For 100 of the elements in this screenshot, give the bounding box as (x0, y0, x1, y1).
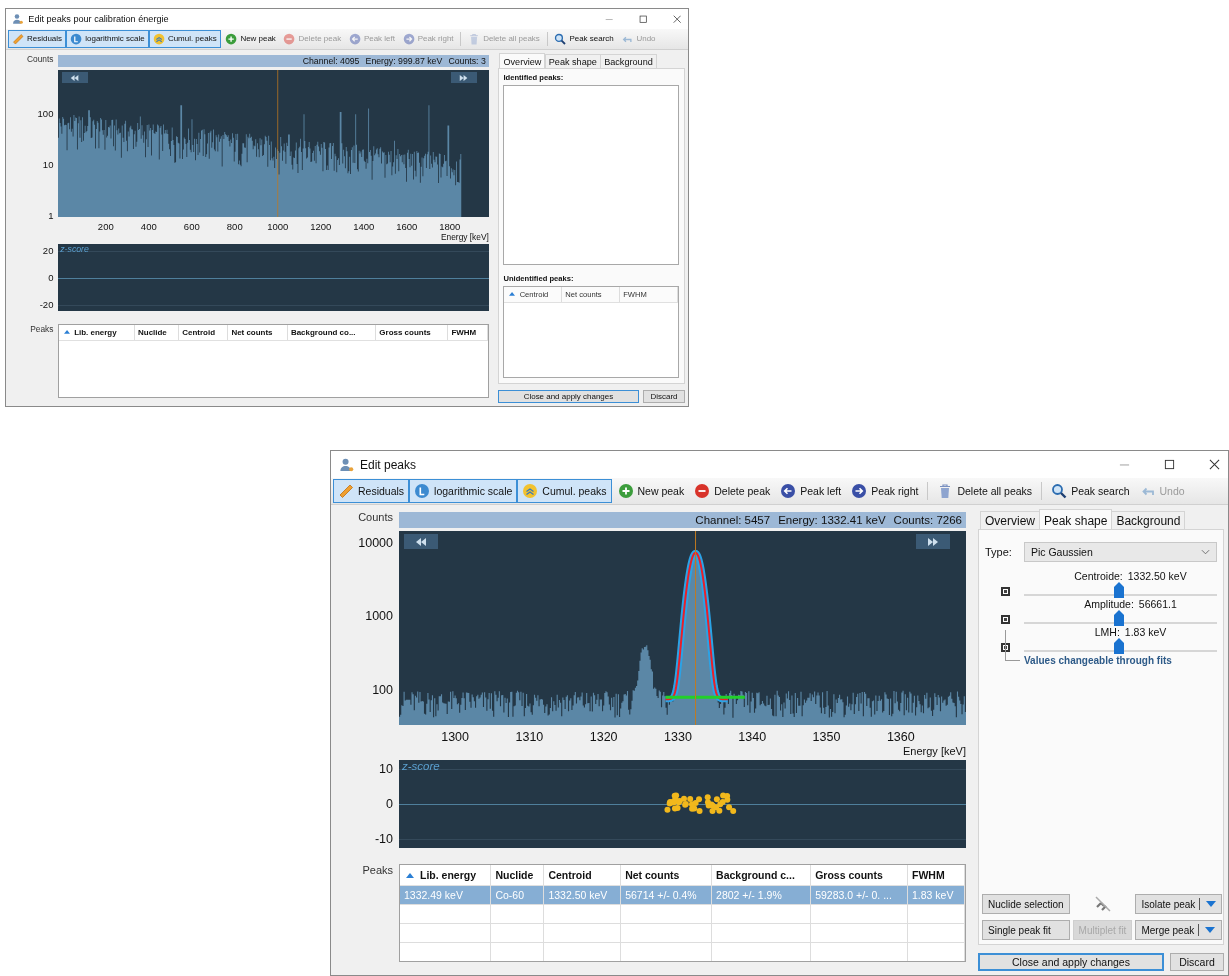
double-arrow-left-icon (70, 74, 80, 81)
axis-tick-label: 1360 (886, 730, 915, 744)
toolbar-button[interactable]: Peak left (776, 479, 846, 503)
toggle-button[interactable]: logarithmic scale (409, 479, 518, 503)
column-header[interactable]: Lib. energy (400, 865, 491, 886)
ruler-icon (338, 483, 354, 499)
slider-label: Amplitude: (1084, 598, 1134, 610)
window-title: Edit peaks (360, 457, 417, 472)
hint-text: Values changeable through fits (1023, 655, 1172, 666)
panel-button[interactable]: Single peak fit (982, 920, 1070, 940)
minus-icon (283, 32, 296, 46)
section-label: Unidentified peaks: (503, 274, 575, 284)
plot-label: z-score (60, 244, 89, 255)
tab[interactable]: Peak shape (1039, 509, 1113, 529)
log-scale-icon (70, 32, 83, 46)
axis-tick-label: 1200 (310, 220, 332, 232)
scroll-left-button[interactable] (61, 71, 88, 84)
search-icon (1051, 483, 1068, 499)
axis-tick-label: 1350 (812, 730, 841, 744)
lock-checkbox[interactable] (1001, 587, 1010, 596)
tab[interactable]: Overview (499, 52, 546, 68)
column-header[interactable]: Net counts (562, 287, 621, 303)
column-header[interactable]: FWHM (907, 865, 965, 886)
axis-tick-label: 10 (42, 158, 54, 171)
ruler-icon (11, 32, 24, 46)
type-dropdown[interactable]: Pic Gaussien (1023, 542, 1217, 562)
chevron-down-icon (1201, 549, 1210, 555)
slider-thumb[interactable] (1113, 610, 1124, 626)
column-header[interactable]: FWHM (620, 287, 678, 303)
dropdown-caret-icon (1205, 927, 1216, 933)
identified-peaks-list[interactable] (503, 85, 679, 266)
panel-button[interactable]: Nuclide selection (982, 894, 1070, 914)
axis-tick-label: 1800 (439, 220, 461, 232)
arrow-right-icon (851, 483, 868, 499)
column-header[interactable]: Gross counts (810, 865, 908, 886)
toolbar-button[interactable]: Peak right (847, 479, 923, 503)
arrow-left-icon (780, 483, 797, 499)
column-header[interactable]: Centroid (504, 287, 563, 303)
maximize-icon[interactable] (1164, 459, 1175, 470)
readout-text: Channel: 5457 (695, 513, 771, 526)
axis-tick-label: 0 (48, 272, 54, 284)
scroll-left-button[interactable] (404, 534, 438, 549)
table-label: Peaks (29, 323, 55, 334)
slider-value: 1332.50 keV (1127, 570, 1187, 582)
split-button[interactable]: Isolate peak (1135, 894, 1223, 914)
toolbar-button[interactable]: Peak search (1047, 479, 1134, 503)
layers-icon (522, 483, 539, 499)
table-label: Peaks (361, 864, 394, 876)
dialog-button[interactable]: Close and apply changes (978, 953, 1164, 971)
column-header[interactable]: Net counts (620, 865, 712, 886)
unlink-icon[interactable] (1092, 894, 1113, 914)
dropdown-caret-icon (1206, 901, 1217, 907)
axis-tick-label: 1000 (365, 608, 393, 624)
axis-tick-label: 10 (379, 761, 393, 777)
axis-tick-label: 800 (226, 220, 243, 232)
slider-label: Centroide: (1074, 570, 1123, 582)
toolbar-button[interactable]: Delete all peaks (933, 479, 1037, 503)
axis-tick-label: 20 (42, 245, 54, 257)
slider-thumb[interactable] (1113, 638, 1124, 654)
slider-value: 1.83 keV (1124, 626, 1167, 638)
split-button[interactable]: Merge peak (1135, 920, 1223, 940)
close-icon[interactable] (1209, 459, 1220, 470)
axis-tick-label: 600 (183, 220, 200, 232)
column-header[interactable]: Nuclide (490, 865, 544, 886)
axis-tick-label: 1000 (267, 220, 289, 232)
axis-tick-label: -10 (374, 831, 393, 847)
tab[interactable]: Peak shape (544, 54, 601, 68)
search-icon (554, 32, 567, 46)
dialog-button[interactable]: Discard (1170, 953, 1224, 971)
tab[interactable]: Background (600, 54, 657, 68)
lock-checkbox[interactable] (1001, 643, 1010, 652)
arrow-right-icon (402, 32, 415, 46)
axis-tick-label: 1 (48, 209, 54, 222)
readout-text: Counts: 3 (448, 55, 486, 66)
user-icon (339, 457, 354, 472)
slider-thumb[interactable] (1113, 582, 1124, 598)
double-arrow-left-icon (415, 537, 427, 546)
user-icon (12, 13, 24, 25)
axis-tick-label: 400 (140, 220, 157, 232)
toggle-button[interactable]: Cumul. peaks (517, 479, 612, 503)
tab[interactable]: Overview (980, 511, 1040, 529)
scroll-right-button[interactable] (916, 534, 950, 549)
axis-tick-label: 1320 (589, 730, 618, 744)
lock-checkbox[interactable] (1001, 615, 1010, 624)
plot-label: z-score (402, 760, 440, 772)
slider-value: 56661.1 (1138, 598, 1177, 610)
readout-text: Energy: 1332.41 keV (778, 513, 886, 526)
plus-icon (617, 483, 634, 499)
toolbar-button[interactable]: New peak (613, 479, 689, 503)
column-header[interactable]: Background c... (711, 865, 811, 886)
axis-tick-label: 100 (37, 108, 54, 120)
minus-icon (694, 483, 711, 499)
toggle-button[interactable]: Residuals (333, 479, 410, 503)
axis-tick-label: 1310 (515, 730, 544, 744)
axis-label: Counts (357, 511, 394, 523)
tab[interactable]: Background (1111, 511, 1186, 529)
toolbar-button[interactable]: Delete peak (690, 479, 775, 503)
column-header[interactable]: Centroid (543, 865, 621, 886)
scroll-right-button[interactable] (450, 71, 477, 84)
axis-label: Energy [keV] (441, 232, 489, 243)
